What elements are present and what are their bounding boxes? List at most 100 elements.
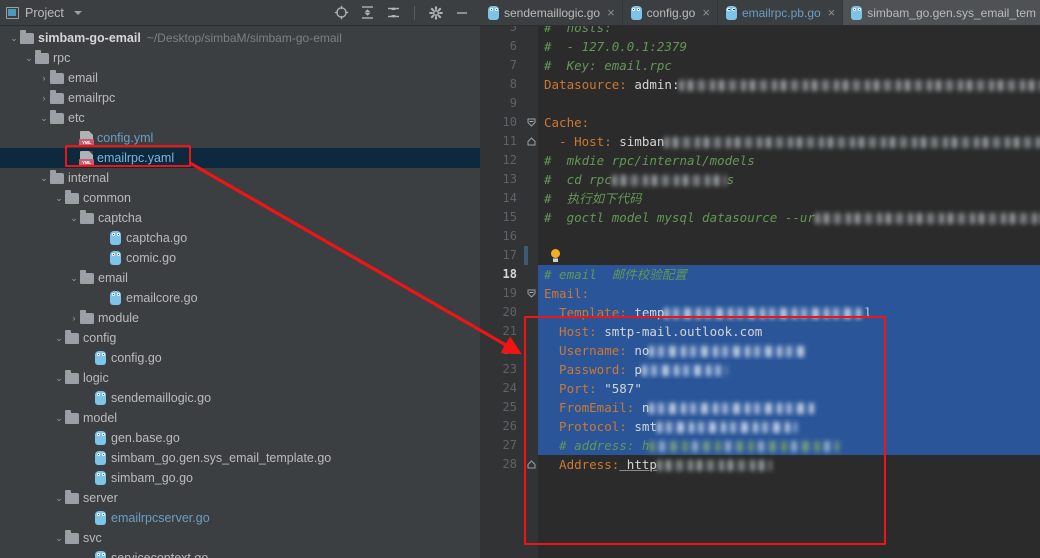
tab-close-icon[interactable]: × (828, 6, 836, 19)
tree-row[interactable]: config.go (0, 348, 480, 368)
code-line[interactable]: FromEmail: n (538, 398, 815, 417)
chevron-down-icon[interactable]: ⌄ (68, 273, 80, 284)
code-line[interactable]: Address: http (538, 455, 772, 474)
settings-gear-icon[interactable] (428, 5, 444, 21)
editor-code-area[interactable]: # hosts: # - 127.0.0.1:2379 # Key: email.r… (538, 26, 1040, 558)
chevron-right-icon[interactable]: › (38, 73, 50, 83)
editor-gutter[interactable]: 5 6 7 8 9 10 11 12 13 14 15 16 17 18 19 20 21 22 23 24 25 26 2… (480, 26, 524, 558)
editor-tab[interactable]: emailrpc.pb.go × (718, 0, 844, 25)
editor-tab[interactable]: simbam_go.gen.sys_email_tem (843, 0, 1040, 25)
code-line[interactable] (538, 246, 544, 265)
project-panel-title: Project (25, 5, 64, 20)
tree-row[interactable]: › email (0, 68, 480, 88)
tree-row[interactable]: ⌄ email (0, 268, 480, 288)
code-line[interactable]: # hosts: (538, 26, 612, 37)
tree-row[interactable]: emailrpc.yaml (0, 148, 480, 168)
tree-row[interactable]: sendemaillogic.go (0, 388, 480, 408)
tree-row[interactable]: ⌄ config (0, 328, 480, 348)
chevron-down-icon[interactable]: ⌄ (38, 113, 50, 124)
chevron-down-icon[interactable]: ⌄ (53, 333, 65, 344)
tree-row[interactable]: servicecontext.go (0, 548, 480, 558)
editor-tab[interactable]: config.go × (623, 0, 718, 25)
code-line[interactable]: # - 127.0.0.1:2379 (538, 37, 687, 56)
tree-row[interactable]: ⌄ captcha (0, 208, 480, 228)
tree-row[interactable]: captcha.go (0, 228, 480, 248)
code-line[interactable] (538, 227, 544, 246)
tab-close-icon[interactable]: × (702, 6, 710, 19)
editor-tab[interactable]: sendemaillogic.go × (480, 0, 623, 25)
tree-row[interactable]: simbam_go.gen.sys_email_template.go (0, 448, 480, 468)
code-line[interactable]: # Key: email.rpc (538, 56, 672, 75)
tree-row[interactable]: ⌄ internal (0, 168, 480, 188)
tree-row[interactable]: simbam_go.go (0, 468, 480, 488)
code-line[interactable]: # 执行如下代码 (538, 189, 642, 208)
code-line[interactable]: Host: smtp-mail.outlook.com (538, 322, 762, 341)
code-line[interactable]: Cache: (538, 113, 589, 132)
expand-all-icon[interactable] (359, 5, 375, 21)
code-line[interactable]: # address: h (538, 436, 840, 455)
code-line[interactable]: # mkdie rpc/internal/models (538, 151, 755, 170)
chevron-down-icon[interactable]: ⌄ (23, 53, 35, 64)
tree-row[interactable]: ⌄ server (0, 488, 480, 508)
code-editor[interactable]: 5 6 7 8 9 10 11 12 13 14 15 16 17 18 19 20 21 22 23 24 25 26 2… (480, 26, 1040, 558)
fold-collapse-icon[interactable] (527, 118, 536, 127)
tree-row[interactable]: ⌄ common (0, 188, 480, 208)
tree-row[interactable]: ⌄ logic (0, 368, 480, 388)
tree-row[interactable]: emailcore.go (0, 288, 480, 308)
folder-icon (50, 170, 64, 184)
tree-row[interactable]: ⌄ model (0, 408, 480, 428)
code-line[interactable]: Username: no (538, 341, 810, 360)
intention-bulb-icon[interactable] (550, 249, 561, 262)
tree-row[interactable]: config.yml (0, 128, 480, 148)
line-number: 17 (502, 248, 517, 262)
tree-row[interactable]: › emailrpc (0, 88, 480, 108)
tree-row[interactable]: comic.go (0, 248, 480, 268)
code-line[interactable]: # email 邮件校验配置 (538, 265, 687, 284)
tree-row[interactable]: ⌄ svc (0, 528, 480, 548)
editor-fold-column[interactable] (524, 26, 538, 558)
tree-row[interactable]: ⌄ simbam-go-email ~/Desktop/simbaM/simbam-… (0, 28, 480, 48)
tab-close-icon[interactable]: × (607, 6, 615, 19)
chevron-right-icon[interactable]: › (68, 313, 80, 323)
code-line[interactable]: # goctl model mysql datasource --ur(si (538, 208, 1040, 227)
tree-row-path: ~/Desktop/simbaM/simbam-go-email (146, 31, 342, 45)
fold-end-icon[interactable] (527, 460, 536, 469)
project-file-tree[interactable]: ⌄ simbam-go-email ~/Desktop/simbaM/simbam-… (0, 26, 480, 558)
code-line[interactable]: Protocol: smt (538, 417, 797, 436)
code-line[interactable]: Port: "587" (538, 379, 642, 398)
fold-collapse-icon[interactable] (527, 289, 536, 298)
folder-icon (50, 90, 64, 104)
chevron-down-icon[interactable]: ⌄ (38, 173, 50, 184)
project-panel-title-group[interactable]: Project (6, 6, 82, 20)
tree-row[interactable]: emailrpcserver.go (0, 508, 480, 528)
locate-file-icon[interactable] (333, 5, 349, 21)
project-icon (6, 6, 19, 19)
chevron-down-icon[interactable]: ⌄ (53, 533, 65, 544)
code-line[interactable]: - Host: simban (538, 132, 1040, 151)
chevron-down-icon[interactable]: ⌄ (53, 373, 65, 384)
tree-row[interactable]: gen.base.go (0, 428, 480, 448)
chevron-down-icon[interactable] (73, 10, 82, 15)
code-line[interactable] (538, 94, 544, 113)
go-file-icon (95, 431, 106, 445)
collapse-all-icon[interactable] (385, 5, 401, 21)
code-line[interactable]: Template: temp l (538, 303, 872, 322)
chevron-down-icon[interactable]: ⌄ (68, 213, 80, 224)
tree-row[interactable]: ⌄ etc (0, 108, 480, 128)
chevron-down-icon[interactable]: ⌄ (53, 493, 65, 504)
tree-row-label: simbam_go.gen.sys_email_template.go (111, 451, 332, 465)
chevron-down-icon[interactable]: ⌄ (53, 193, 65, 204)
chevron-right-icon[interactable]: › (38, 93, 50, 103)
tree-row[interactable]: › module (0, 308, 480, 328)
fold-end-icon[interactable] (527, 137, 536, 146)
chevron-down-icon[interactable]: ⌄ (53, 413, 65, 424)
code-line[interactable]: Datasource: admin: (538, 75, 1040, 94)
code-line[interactable]: # cd rpc s (538, 170, 734, 189)
go-file-icon (488, 5, 499, 20)
chevron-down-icon[interactable]: ⌄ (8, 33, 20, 44)
tree-row[interactable]: ⌄ rpc (0, 48, 480, 68)
code-line[interactable]: Email: (538, 284, 589, 303)
code-line[interactable]: Password: p (538, 360, 727, 379)
minimize-icon[interactable] (454, 5, 470, 21)
ide-window: Project sendemaillogic.go × config.go × … (0, 0, 1040, 558)
